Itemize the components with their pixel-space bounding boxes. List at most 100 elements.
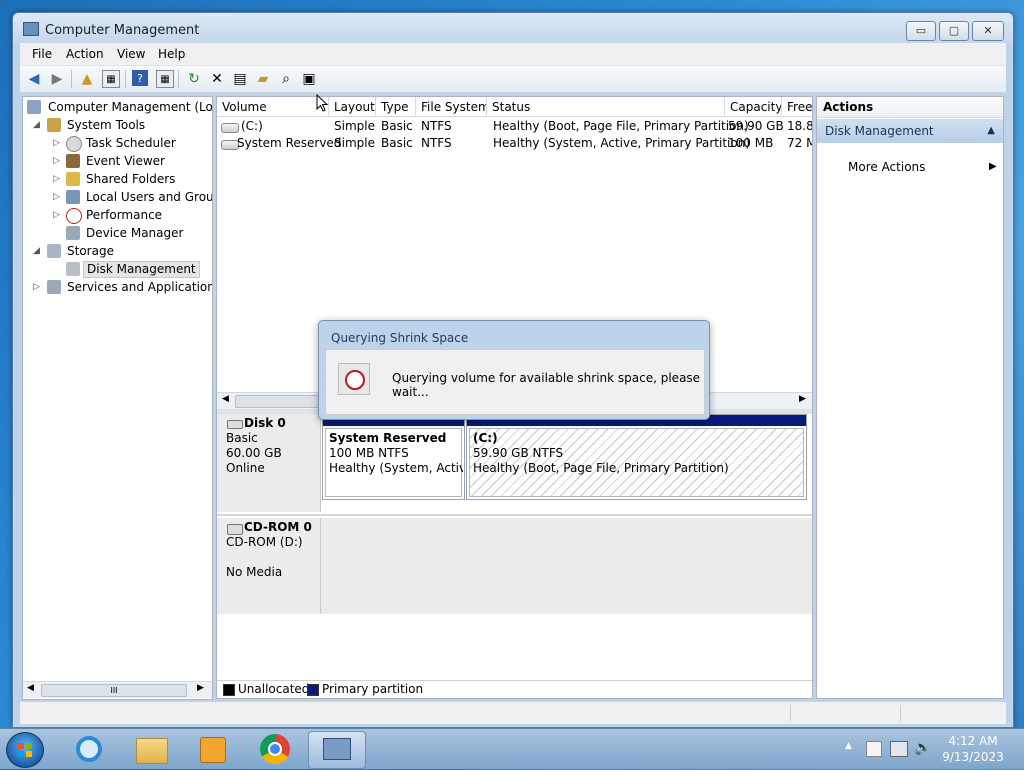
tree-label-selected: Disk Management: [83, 261, 200, 278]
up-folder-icon[interactable]: ▲: [78, 70, 96, 88]
actions-section-disk-management[interactable]: Disk Management ▲: [817, 119, 1003, 143]
scroll-left-icon[interactable]: ◀: [27, 683, 34, 693]
forward-arrow-icon[interactable]: ▶: [48, 70, 66, 88]
menu-action[interactable]: Action: [66, 47, 104, 61]
dialog-message: Querying volume for available shrink spa…: [392, 371, 701, 399]
collapsed-arrow-icon[interactable]: ▷: [53, 134, 63, 152]
column-header-capacity[interactable]: Capacity: [725, 97, 782, 117]
back-arrow-icon[interactable]: ◀: [25, 70, 43, 88]
disk-name: Disk 0: [244, 416, 286, 430]
maximize-button[interactable]: ▢: [939, 21, 969, 41]
taskbar-media-player[interactable]: [186, 731, 242, 767]
help-icon[interactable]: ?: [132, 70, 148, 86]
disk-state: Online: [226, 461, 265, 475]
taskbar: ▲ 🔈 4:12 AM 9/13/2023: [0, 728, 1024, 769]
taskbar-computer-management[interactable]: [308, 731, 366, 769]
more-actions-link[interactable]: More Actions: [848, 160, 925, 174]
console-tree: Computer Management (Local ◢ System Tool…: [22, 96, 213, 700]
collapsed-arrow-icon[interactable]: ▷: [33, 278, 43, 296]
taskbar-explorer[interactable]: [124, 731, 180, 767]
network-icon[interactable]: [890, 741, 908, 757]
collapsed-arrow-icon[interactable]: ▷: [53, 152, 63, 170]
cell-layout: Simple: [334, 136, 375, 150]
legend-swatch-unallocated: [223, 684, 235, 696]
expanded-arrow-icon[interactable]: ◢: [33, 116, 43, 134]
scroll-thumb[interactable]: III: [41, 684, 187, 697]
partition-status: Healthy (System, Active,: [329, 461, 463, 475]
scroll-right-icon[interactable]: ▶: [799, 394, 806, 404]
scroll-right-icon[interactable]: ▶: [197, 683, 204, 693]
taskbar-chrome[interactable]: [248, 731, 304, 767]
cell-status: Healthy (Boot, Page File, Primary Partit…: [493, 119, 749, 133]
start-button[interactable]: [6, 732, 44, 768]
partition-size: 100 MB NTFS: [329, 446, 409, 460]
partition-system-reserved[interactable]: System Reserved 100 MB NTFS Healthy (Sys…: [322, 414, 465, 500]
minimize-button[interactable]: ▭: [906, 21, 936, 41]
tree-label: Performance: [86, 208, 163, 222]
column-header-file-system[interactable]: File System: [416, 97, 487, 117]
collapsed-arrow-icon[interactable]: ▷: [53, 206, 63, 224]
menu-view[interactable]: View: [117, 47, 145, 61]
open-folder-icon[interactable]: ▰: [254, 70, 272, 88]
cell-status: Healthy (System, Active, Primary Partiti…: [493, 136, 751, 150]
close-button[interactable]: ✕: [972, 21, 1004, 41]
tree-label: Task Scheduler: [86, 136, 176, 150]
clock[interactable]: 4:12 AM 9/13/2023: [941, 733, 1005, 765]
disk-icon: [227, 420, 243, 429]
tree-label: Computer Management (Local: [48, 100, 213, 114]
expanded-arrow-icon[interactable]: ◢: [33, 242, 43, 260]
actions-section-label: Disk Management: [825, 124, 934, 138]
cdrom-icon: [227, 524, 243, 535]
cdrom-media: No Media: [226, 565, 283, 579]
volume-icon[interactable]: 🔈: [914, 740, 931, 756]
cell-layout: Simple: [334, 119, 375, 133]
partition-body: System Reserved 100 MB NTFS Healthy (Sys…: [325, 428, 463, 497]
cdrom-name: CD-ROM 0: [244, 520, 312, 534]
action-center-icon[interactable]: [866, 741, 882, 757]
disk-settings-icon[interactable]: ▣: [300, 70, 318, 88]
windows-logo-icon: [18, 743, 32, 757]
properties-icon[interactable]: ▤: [231, 70, 249, 88]
column-header-status[interactable]: Status: [487, 97, 725, 117]
cdrom-0-label[interactable]: CD-ROM 0 CD-ROM (D:) No Media: [217, 518, 321, 614]
partition-c[interactable]: (C:) 59.90 GB NTFS Healthy (Boot, Page F…: [466, 414, 807, 500]
disk-divider: [217, 514, 812, 516]
tree-label: Shared Folders: [86, 172, 176, 186]
column-header-type[interactable]: Type: [376, 97, 416, 117]
window-title: Computer Management: [45, 23, 200, 38]
tree-label: System Tools: [67, 118, 146, 132]
users-icon: [66, 190, 80, 204]
partition-status: Healthy (Boot, Page File, Primary Partit…: [473, 461, 729, 475]
partition-name: System Reserved: [329, 431, 447, 445]
column-header-layout[interactable]: Layout: [329, 97, 376, 117]
tree-horizontal-scrollbar[interactable]: ◀ III ▶: [23, 681, 212, 698]
collapsed-arrow-icon[interactable]: ▷: [53, 170, 63, 188]
column-header-free[interactable]: Free: [782, 97, 812, 117]
cell-free: 72 M: [787, 136, 812, 150]
collapse-arrow-icon[interactable]: ▲: [987, 119, 995, 143]
folder-icon: [136, 738, 168, 764]
collapsed-arrow-icon[interactable]: ▷: [53, 188, 63, 206]
disk-size: 60.00 GB: [226, 446, 282, 460]
disk-0-label[interactable]: Disk 0 Basic 60.00 GB Online: [217, 414, 321, 512]
refresh-icon[interactable]: ↻: [185, 70, 203, 88]
partition-size: 59.90 GB NTFS: [473, 446, 564, 460]
show-hidden-icons-icon[interactable]: ▲: [845, 741, 852, 751]
cdrom-drive: CD-ROM (D:): [226, 535, 303, 549]
search-icon[interactable]: ⌕: [277, 70, 295, 88]
system-tools-icon: [47, 118, 61, 132]
show-hide-console-tree-icon[interactable]: ▦: [102, 70, 120, 88]
menu-file[interactable]: File: [32, 47, 52, 61]
menu-help[interactable]: Help: [158, 47, 185, 61]
toolbar-separator: [125, 70, 126, 88]
taskbar-internet-explorer[interactable]: [62, 731, 118, 767]
mouse-cursor-icon: [316, 94, 328, 112]
show-hide-action-pane-icon[interactable]: ▦: [156, 70, 174, 88]
delete-icon[interactable]: ✕: [208, 70, 226, 88]
cell-capacity: 59.90 GB: [728, 119, 784, 133]
title-bar[interactable]: Computer Management ▭ ▢ ✕: [13, 13, 1013, 43]
cdrom-empty-area[interactable]: [321, 518, 812, 614]
scroll-left-icon[interactable]: ◀: [222, 394, 229, 404]
submenu-arrow-icon[interactable]: ▶: [989, 161, 997, 172]
column-header-volume[interactable]: Volume: [217, 97, 329, 117]
